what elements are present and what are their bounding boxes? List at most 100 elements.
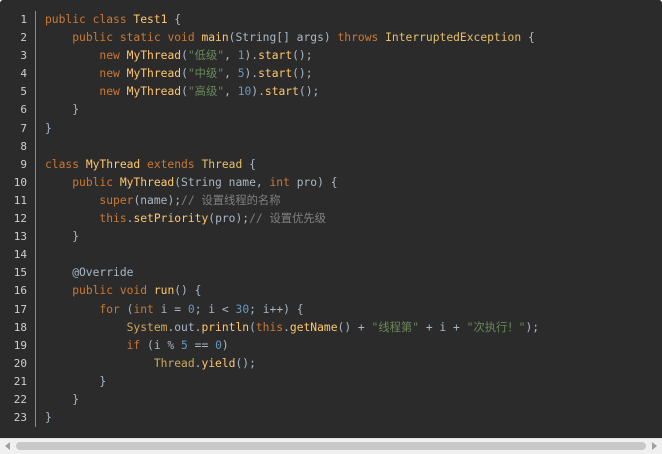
code-line: public MyThread(String name, int pro) { [45, 174, 539, 192]
code-line: } [45, 101, 539, 119]
horizontal-scrollbar[interactable] [0, 438, 662, 454]
code-token: main [201, 31, 229, 45]
code-token: ( [249, 320, 256, 334]
code-token: Thread [201, 157, 250, 171]
code-token: , [224, 85, 238, 99]
code-line: @Override [45, 264, 539, 282]
code-token: throws [337, 31, 386, 45]
code-token: pro) { [296, 175, 338, 189]
line-number: 22 [13, 392, 27, 406]
code-token: 5 [237, 67, 245, 81]
code-token: , [224, 49, 238, 63]
code-token: "中级" [187, 67, 225, 81]
code-token: start [258, 67, 293, 81]
code-token: 10 [237, 85, 252, 99]
code-token: static [119, 31, 168, 45]
code-token: "次执行！" [466, 320, 526, 334]
code-token: () { [174, 284, 202, 298]
line-number: 1 [20, 13, 27, 26]
line-number: 17 [13, 302, 27, 316]
code-line: this.setPriority(pro);// 设置优先级 [45, 210, 539, 228]
code-token: "低级" [187, 49, 225, 63]
code-token: + i + [419, 320, 467, 334]
code-editor: 1 2 3 4 5 6 7 8 9 10 11 12 13 14 15 16 17 18 19 20 21 22 23 pu… [0, 0, 662, 438]
code-token: "线程第" [371, 320, 420, 334]
code-token: // 设置线程的名称 [181, 193, 281, 207]
code-token: () + [337, 320, 372, 334]
code-token: ( [181, 49, 188, 63]
code-token: getName [289, 320, 338, 334]
code-line: if (i % 5 == 0) [45, 337, 539, 355]
line-number: 16 [13, 284, 27, 298]
code-line: public static void main(String[] args) t… [45, 29, 539, 47]
line-number: 5 [20, 85, 27, 99]
code-token: == [187, 338, 216, 352]
code-token: super [99, 193, 134, 207]
code-token: public [72, 175, 120, 189]
line-number: 8 [20, 139, 27, 153]
code-line: System.out.println(this.getName() + "线程第… [45, 319, 539, 337]
code-token: ; i++) { [249, 302, 304, 316]
code-token: ( [181, 67, 188, 81]
code-token: start [264, 85, 299, 99]
line-number: 20 [13, 356, 27, 370]
code-token: } [45, 392, 80, 406]
code-token: 30 [235, 302, 250, 316]
code-token: void [119, 284, 154, 298]
code-token: this [255, 320, 284, 334]
line-number: 2 [20, 31, 27, 45]
code-area[interactable]: public class Test1 { public static void … [45, 11, 539, 427]
code-token: "高级" [187, 85, 225, 99]
line-number: 19 [13, 338, 27, 352]
code-token: 0 [187, 302, 195, 316]
code-token: this [99, 212, 127, 226]
code-token: 1 [237, 49, 245, 63]
code-token: InterruptedException [385, 31, 528, 45]
code-token: ; i < [194, 302, 236, 316]
code-token: (); [292, 49, 313, 63]
code-token: int [269, 175, 297, 189]
code-token: (i % [147, 338, 182, 352]
code-token: i = [160, 302, 188, 316]
code-token: public [72, 284, 120, 298]
arrow-left-icon[interactable] [5, 442, 10, 450]
code-token: int [133, 302, 161, 316]
code-token: ( [181, 85, 188, 99]
code-token: (); [292, 67, 313, 81]
code-token: MyThread [126, 49, 182, 63]
scrollbar-thumb[interactable] [16, 442, 646, 450]
line-number: 23 [13, 411, 27, 425]
line-number: 11 [13, 193, 27, 207]
code-token: ). [244, 49, 259, 63]
code-line: public class Test1 { [45, 11, 539, 29]
line-number: 6 [20, 103, 27, 117]
code-token: MyThread [119, 175, 175, 189]
code-line: Thread.yield(); [45, 355, 539, 373]
line-number: 21 [13, 374, 27, 388]
arrow-right-icon[interactable] [652, 442, 657, 450]
code-token: (); [235, 356, 256, 370]
code-token: MyThread [85, 157, 148, 171]
code-token: yield [201, 356, 236, 370]
code-token: } [45, 103, 80, 117]
code-line: new MyThread("高级", 10).start(); [45, 83, 539, 101]
line-number: 3 [20, 49, 27, 63]
code-token: MyThread [126, 67, 182, 81]
code-token: . [283, 320, 290, 334]
code-line: class MyThread extends Thread { [45, 156, 539, 174]
code-token: } [45, 411, 52, 425]
code-token: .out. [167, 320, 202, 334]
code-token: new [99, 67, 127, 81]
code-token: if [126, 338, 148, 352]
code-token: (pro); [208, 212, 250, 226]
